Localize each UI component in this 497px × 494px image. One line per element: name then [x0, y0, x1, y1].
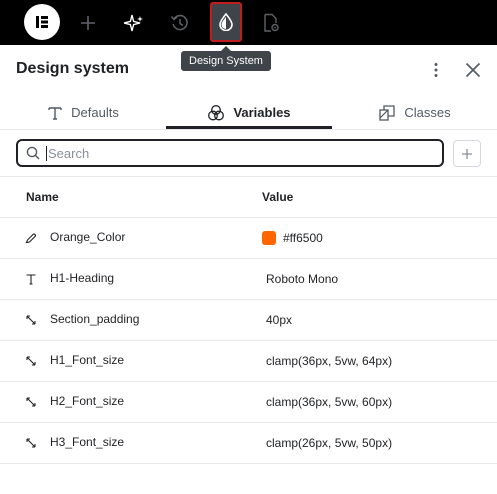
page-settings-icon: [264, 13, 279, 32]
close-button[interactable]: [462, 59, 484, 81]
divider: [0, 176, 497, 177]
variable-value-text: 40px: [266, 313, 293, 327]
variable-value-text: #ff6500: [283, 231, 323, 245]
search-field[interactable]: [16, 139, 444, 167]
variable-name: H1_Font_size: [50, 353, 125, 367]
add-variable-button[interactable]: [453, 140, 481, 167]
table-row[interactable]: H1_Font_size clamp(36px, 5vw, 64px): [0, 340, 497, 381]
variable-name: H2_Font_size: [50, 394, 125, 408]
divider: [0, 463, 497, 464]
tab-classes-label: Classes: [404, 105, 451, 120]
text-t-icon: [48, 106, 62, 120]
vertical-dots-icon: [434, 63, 438, 77]
variable-value-text: Roboto Mono: [266, 272, 339, 286]
tab-defaults[interactable]: Defaults: [0, 96, 166, 129]
design-system-tooltip: Design System: [181, 46, 271, 71]
tab-bar: Defaults Variables Classes: [0, 96, 497, 129]
divider: [0, 129, 497, 130]
table-row[interactable]: H2_Font_size clamp(36px, 5vw, 60px): [0, 381, 497, 422]
size-arrows-icon: [24, 436, 38, 450]
search-icon: [26, 146, 40, 160]
droplet-icon: [219, 13, 233, 31]
variable-value: #ff6500: [262, 231, 323, 245]
plus-icon: [81, 15, 95, 30]
variable-value-text: clamp(36px, 5vw, 64px): [266, 354, 393, 368]
close-icon: [465, 62, 481, 78]
panel-title: Design system: [16, 60, 129, 77]
tab-variables[interactable]: Variables: [166, 96, 332, 129]
tab-defaults-label: Defaults: [71, 105, 119, 120]
variable-name: Section_padding: [50, 312, 140, 326]
tab-classes[interactable]: Classes: [332, 96, 497, 129]
column-header-value: Value: [262, 190, 294, 204]
circles-icon: [208, 104, 225, 120]
size-arrows-icon: [24, 313, 38, 327]
text-cursor: [46, 145, 47, 161]
add-element-button[interactable]: [76, 0, 100, 45]
variable-name: H1-Heading: [50, 271, 115, 285]
history-button[interactable]: [167, 0, 193, 45]
text-t-icon: [24, 272, 38, 286]
table-row[interactable]: Section_padding 40px: [0, 299, 497, 340]
variable-name: H3_Font_size: [50, 435, 125, 449]
column-header-name: Name: [26, 190, 59, 204]
variable-name: Orange_Color: [50, 230, 126, 244]
table-row[interactable]: H1-Heading Roboto Mono: [0, 258, 497, 299]
variable-value-text: clamp(36px, 5vw, 60px): [266, 395, 393, 409]
design-system-button[interactable]: [210, 2, 242, 42]
ai-sparkle-button[interactable]: [121, 0, 147, 45]
sparkle-icon: [124, 14, 143, 31]
variable-value-text: clamp(26px, 5vw, 50px): [266, 436, 393, 450]
elementor-logo-icon[interactable]: [24, 4, 60, 40]
table-row[interactable]: H3_Font_size clamp(26px, 5vw, 50px): [0, 422, 497, 463]
shapes-icon: [379, 104, 396, 121]
history-icon: [170, 14, 188, 30]
tab-variables-label: Variables: [233, 105, 291, 120]
size-arrows-icon: [24, 395, 38, 409]
more-options-button[interactable]: [428, 60, 444, 80]
plus-icon: [462, 148, 472, 159]
color-dropper-icon: [24, 231, 38, 245]
size-arrows-icon: [24, 354, 38, 368]
top-toolbar: [0, 0, 497, 45]
search-input[interactable]: [48, 145, 428, 161]
color-swatch: [262, 231, 276, 245]
page-settings-button[interactable]: [259, 0, 283, 45]
table-row[interactable]: Orange_Color #ff6500: [0, 217, 497, 258]
